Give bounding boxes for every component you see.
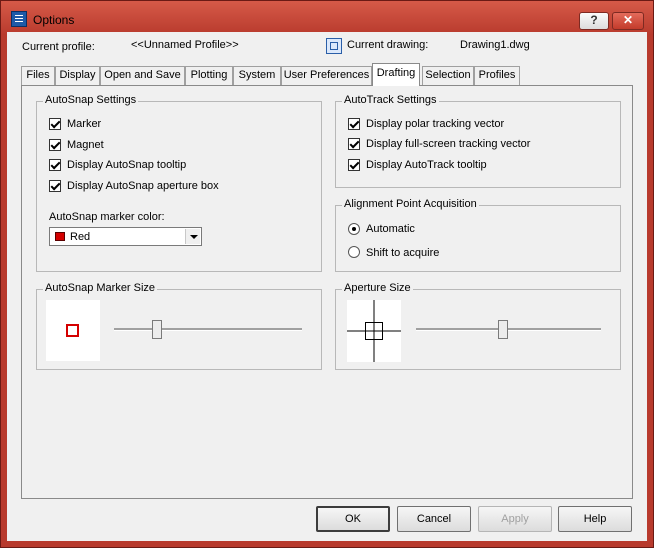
autosnap-tooltip-label: Display AutoSnap tooltip xyxy=(67,159,187,171)
marker-size-preview xyxy=(46,300,100,361)
marker-color-select[interactable]: Red xyxy=(49,227,202,246)
autotrack-tooltip-checkbox[interactable] xyxy=(348,159,360,171)
aperture-crosshair-icon xyxy=(347,300,401,362)
drawing-icon xyxy=(326,38,342,54)
marker-size-track xyxy=(114,328,302,331)
autosnap-tooltip-checkbox[interactable] xyxy=(49,159,61,171)
alignment-acquisition-group: Alignment Point Acquisition Automatic Sh… xyxy=(335,198,621,272)
dialog-body: Current profile: <<Unnamed Profile>> Cur… xyxy=(7,32,647,541)
tab-system[interactable]: System xyxy=(233,66,281,85)
help-button[interactable]: Help xyxy=(558,506,632,532)
red-color-swatch xyxy=(55,232,65,241)
chevron-down-icon[interactable] xyxy=(185,229,200,244)
aperture-size-title: Aperture Size xyxy=(342,282,413,294)
options-dialog: Options ? ✕ Current profile: <<Unnamed P… xyxy=(0,0,654,548)
polar-tracking-label: Display polar tracking vector xyxy=(366,118,505,130)
current-drawing-value: Drawing1.dwg xyxy=(460,39,530,51)
window-title: Options xyxy=(33,13,75,27)
fullscreen-tracking-checkbox[interactable] xyxy=(348,138,360,150)
autotrack-settings-group: AutoTrack Settings Display polar trackin… xyxy=(335,94,621,188)
autotrack-tooltip-label: Display AutoTrack tooltip xyxy=(366,159,487,171)
shift-to-acquire-radio[interactable] xyxy=(348,246,360,258)
ok-button[interactable]: OK xyxy=(316,506,390,532)
aperture-box-checkbox[interactable] xyxy=(49,180,61,192)
app-icon xyxy=(11,11,27,27)
tab-user-preferences[interactable]: User Preferences xyxy=(281,66,372,85)
apply-button[interactable]: Apply xyxy=(478,506,552,532)
automatic-label: Automatic xyxy=(366,223,415,235)
polar-tracking-checkbox[interactable] xyxy=(348,118,360,130)
marker-label: Marker xyxy=(67,118,102,130)
alignment-acquisition-title: Alignment Point Acquisition xyxy=(342,198,479,210)
magnet-checkbox[interactable] xyxy=(49,139,61,151)
marker-color-value: Red xyxy=(70,231,91,243)
aperture-size-slider[interactable] xyxy=(498,320,508,339)
tab-selection[interactable]: Selection xyxy=(422,66,474,85)
marker-color-label: AutoSnap marker color: xyxy=(49,211,165,223)
marker-checkbox[interactable] xyxy=(49,118,61,130)
aperture-size-group: Aperture Size xyxy=(335,282,621,370)
autosnap-marker-icon xyxy=(66,324,79,337)
cancel-button[interactable]: Cancel xyxy=(397,506,471,532)
tab-drafting[interactable]: Drafting xyxy=(372,63,420,86)
shift-to-acquire-label: Shift to acquire xyxy=(366,247,440,259)
aperture-box-label: Display AutoSnap aperture box xyxy=(67,180,219,192)
drafting-panel: AutoSnap Settings Marker Magnet Display … xyxy=(21,85,633,499)
tab-open-and-save[interactable]: Open and Save xyxy=(100,66,185,85)
current-profile-label: Current profile: xyxy=(22,41,95,53)
title-bar[interactable]: Options ? ✕ xyxy=(1,1,653,35)
aperture-size-track xyxy=(416,328,601,331)
tab-files[interactable]: Files xyxy=(21,66,55,85)
tab-plotting[interactable]: Plotting xyxy=(185,66,233,85)
tab-profiles[interactable]: Profiles xyxy=(474,66,520,85)
current-drawing-label: Current drawing: xyxy=(347,39,429,51)
help-title-button[interactable]: ? xyxy=(579,12,609,30)
marker-size-group: AutoSnap Marker Size xyxy=(36,282,322,370)
tab-display[interactable]: Display xyxy=(55,66,100,85)
current-profile-value: <<Unnamed Profile>> xyxy=(131,39,239,51)
autotrack-settings-title: AutoTrack Settings xyxy=(342,94,439,106)
aperture-size-preview xyxy=(347,300,401,362)
magnet-label: Magnet xyxy=(67,139,104,151)
autosnap-settings-title: AutoSnap Settings xyxy=(43,94,139,106)
automatic-radio[interactable] xyxy=(348,223,360,235)
fullscreen-tracking-label: Display full-screen tracking vector xyxy=(366,138,531,150)
marker-size-title: AutoSnap Marker Size xyxy=(43,282,158,294)
marker-size-slider[interactable] xyxy=(152,320,162,339)
close-button[interactable]: ✕ xyxy=(612,12,644,30)
autosnap-settings-group: AutoSnap Settings Marker Magnet Display … xyxy=(36,94,322,272)
